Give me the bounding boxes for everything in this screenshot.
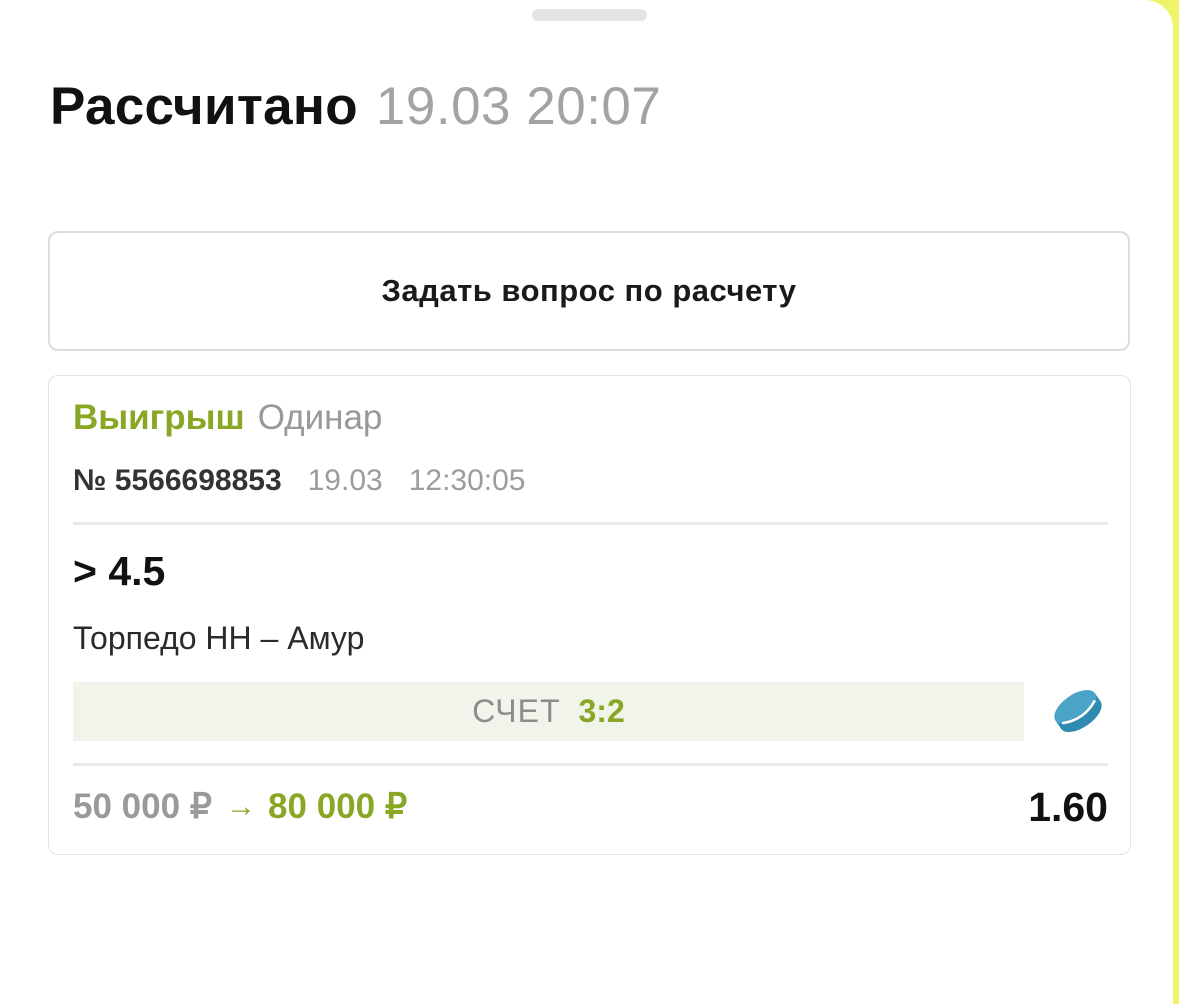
ask-settlement-question-button[interactable]: Задать вопрос по расчету [48,231,1130,351]
amount-row: 50 000 ₽ → 80 000 ₽ [73,787,407,827]
bet-time: 12:30:05 [408,464,526,497]
page-title: Рассчитано [50,77,358,136]
stake-amount: 50 000 ₽ [73,787,213,826]
page-header: Рассчитано 19.03 20:07 [50,76,661,146]
score-bar: СЧЕТ 3:2 [73,682,1024,741]
bet-card: Выигрыш Одинар № 5566698853 19.03 12:30:… [48,375,1131,855]
divider [73,763,1108,766]
bet-type: Одинар [257,398,383,437]
settlement-datetime: 19.03 20:07 [375,77,662,136]
match-name: Торпедо НН – Амур [73,620,365,656]
bet-number: № 5566698853 [73,464,282,497]
hockey-puck-icon [1054,689,1102,733]
score-value: 3:2 [578,693,625,729]
score-label: СЧЕТ [472,693,561,729]
bet-status-row: Выигрыш Одинар [73,398,382,438]
bet-result-status: Выигрыш [73,398,245,437]
bet-odds: 1.60 [1028,784,1108,830]
arrow-right-icon: → [226,790,257,823]
sheet-grabber-handle[interactable] [532,9,647,21]
bet-details-sheet: Рассчитано 19.03 20:07 Задать вопрос по … [0,0,1173,1004]
divider [73,522,1108,525]
bet-ticket-row: № 5566698853 19.03 12:30:05 [73,464,525,498]
bet-date: 19.03 [307,464,383,497]
payout-amount: 80 000 ₽ [268,787,408,826]
ask-settlement-question-label: Задать вопрос по расчету [381,273,797,308]
bet-outcome: > 4.5 [73,548,166,594]
